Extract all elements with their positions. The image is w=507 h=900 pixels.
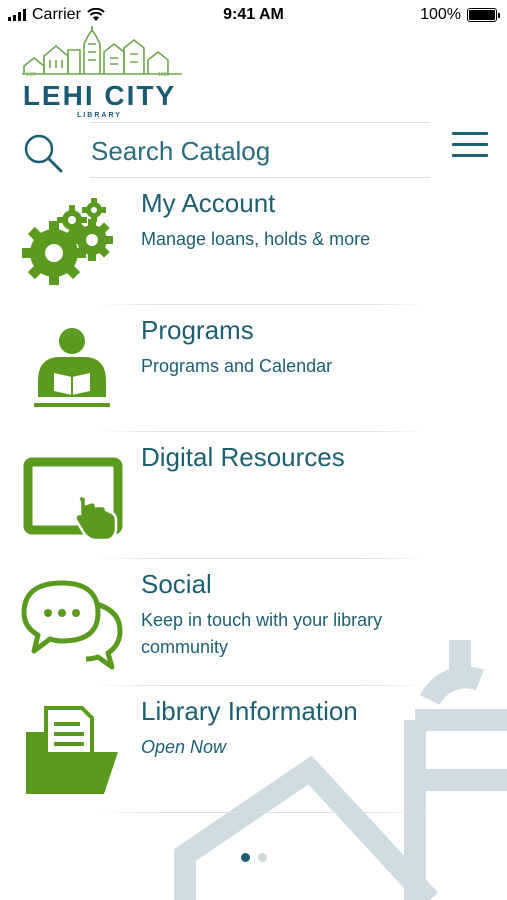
menu-item-label: Social bbox=[141, 569, 212, 599]
menu-item-social[interactable]: Social Keep in touch with your library c… bbox=[0, 559, 507, 686]
skyline-icon bbox=[22, 26, 182, 75]
gears-icon bbox=[22, 198, 113, 285]
menu-item-description: Programs and Calendar bbox=[141, 356, 333, 376]
menu-item-my-account[interactable]: My Account Manage loans, holds & more bbox=[0, 178, 507, 305]
divider bbox=[95, 812, 430, 813]
menu-item-programs[interactable]: Programs Programs and Calendar bbox=[0, 305, 507, 432]
logo-subtitle: LIBRARY bbox=[77, 112, 122, 119]
battery-icon bbox=[467, 8, 500, 22]
library-logo[interactable]: EST 1935 LEHI CITY LIBRARY bbox=[22, 26, 182, 122]
search-bar: Search Catalog bbox=[0, 122, 507, 178]
logo-est: EST bbox=[26, 72, 36, 78]
menu-item-label: Library Information bbox=[141, 696, 358, 726]
logo-title: LEHI CITY bbox=[22, 80, 177, 111]
status-right: 100% bbox=[420, 6, 500, 24]
menu-item-digital-resources[interactable]: Digital Resources bbox=[0, 432, 507, 559]
menu-item-label: Digital Resources bbox=[141, 442, 345, 472]
reader-icon bbox=[34, 328, 110, 407]
tablet-touch-icon bbox=[23, 457, 123, 542]
menu-item-description: Manage loans, holds & more bbox=[141, 229, 371, 249]
search-divider-top bbox=[90, 122, 430, 123]
menu-item-label: My Account bbox=[141, 188, 276, 218]
search-icon[interactable] bbox=[22, 132, 64, 174]
menu-item-label: Programs bbox=[141, 315, 254, 345]
battery-percent: 100% bbox=[420, 6, 461, 23]
page-dot-1[interactable] bbox=[240, 853, 250, 862]
folder-documents-icon bbox=[26, 706, 118, 794]
page-dot-2[interactable] bbox=[257, 853, 267, 862]
logo-year: 1935 bbox=[158, 72, 170, 78]
page-indicator bbox=[0, 853, 507, 862]
hamburger-menu-icon[interactable] bbox=[452, 132, 488, 162]
menu-item-description: Keep in touch with your library communit… bbox=[141, 610, 383, 657]
chat-bubbles-icon bbox=[21, 580, 123, 670]
search-input[interactable]: Search Catalog bbox=[91, 136, 270, 167]
menu-item-library-information[interactable]: Library Information Open Now bbox=[0, 686, 507, 813]
open-status: Open Now bbox=[141, 737, 227, 757]
